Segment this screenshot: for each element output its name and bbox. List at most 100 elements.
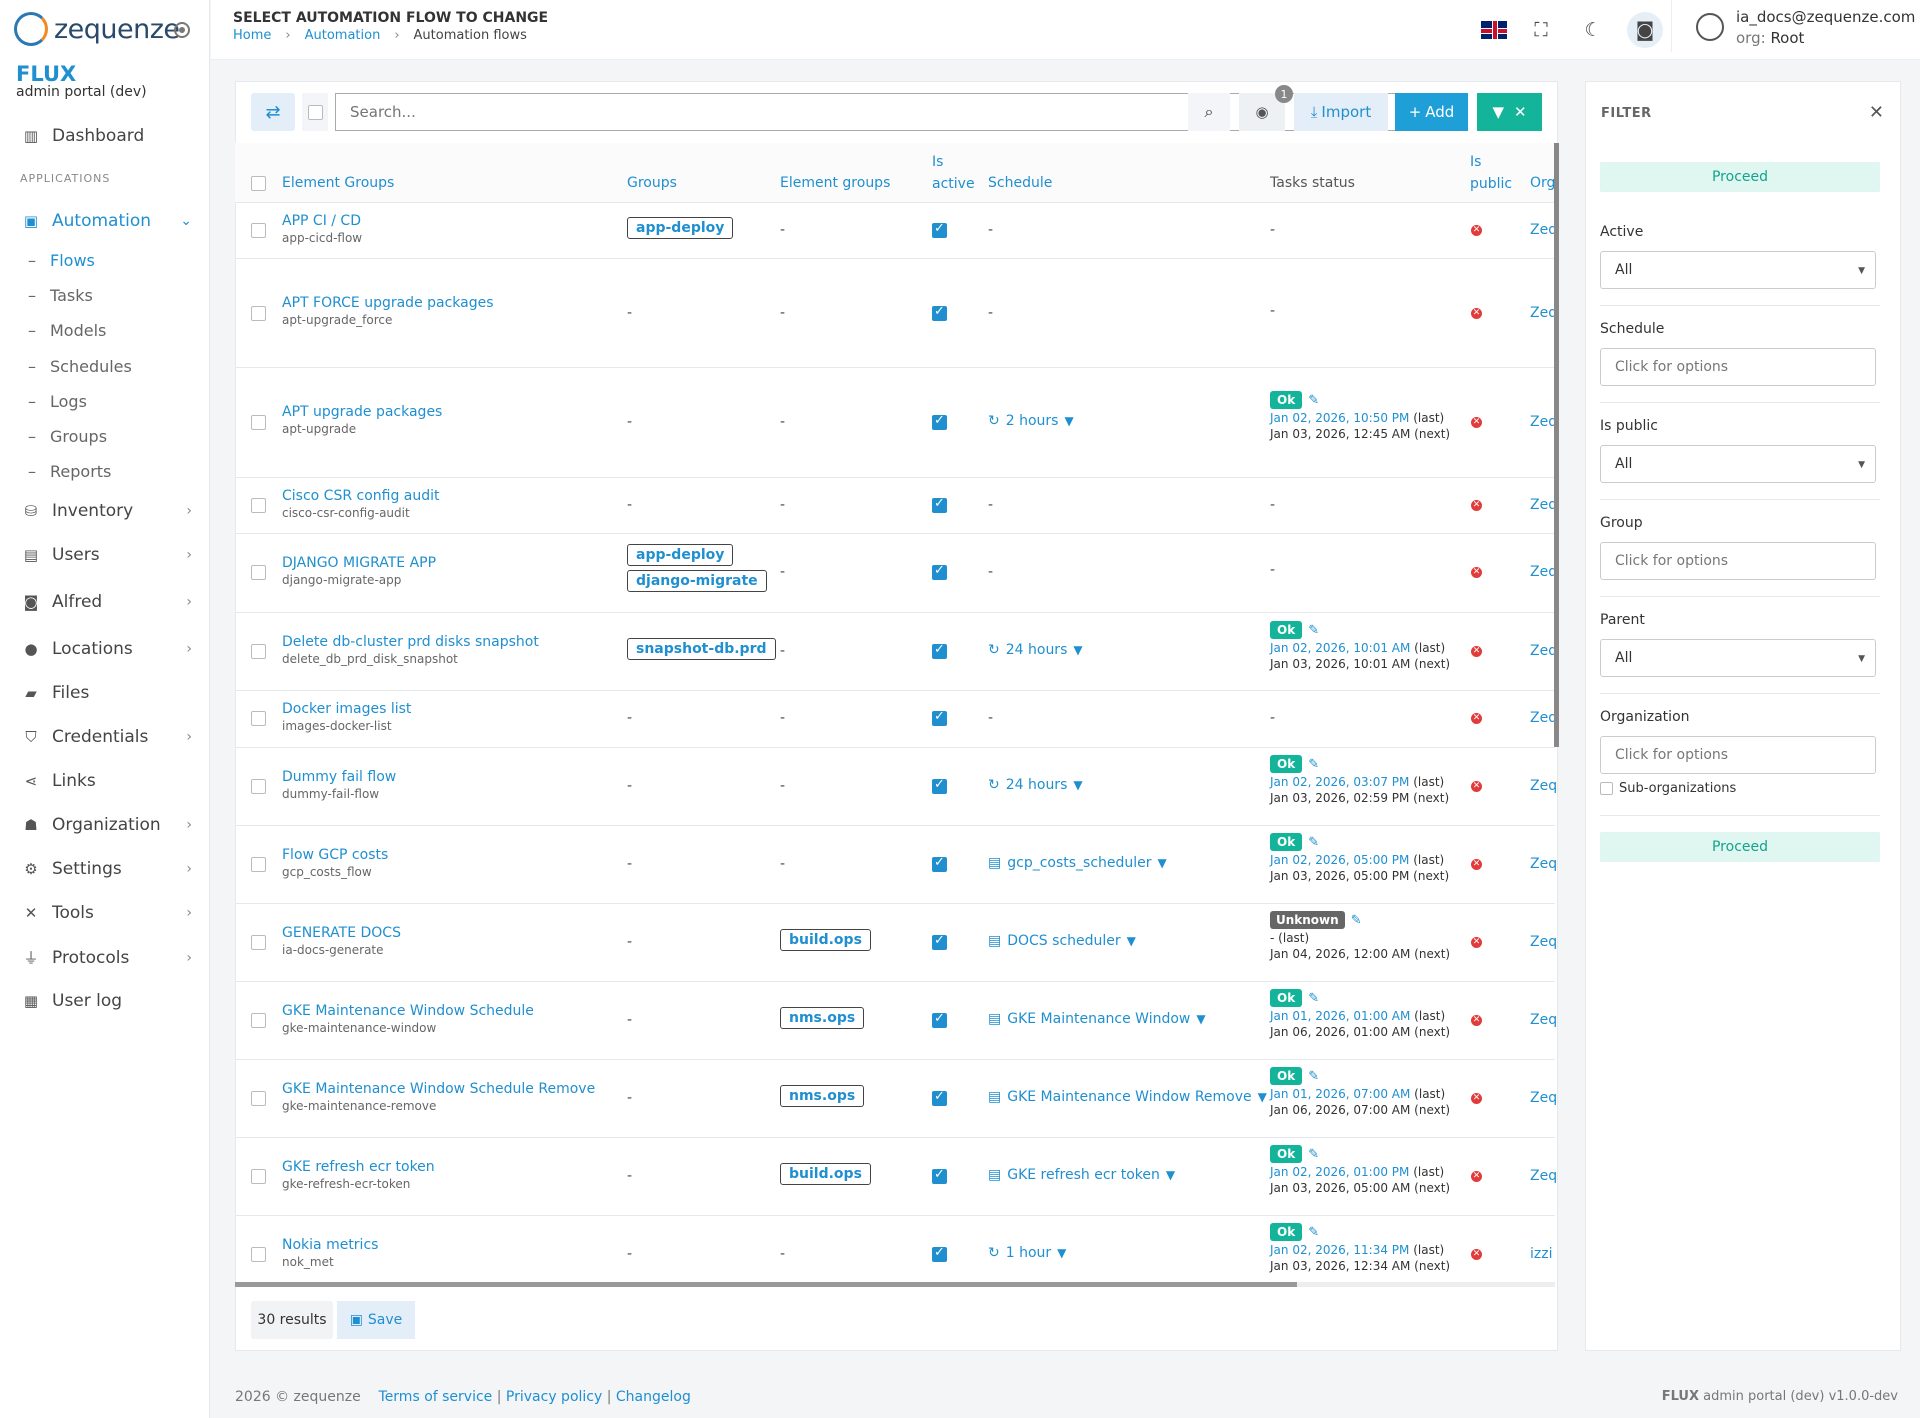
edit-icon[interactable]: ✎ — [1308, 1147, 1319, 1162]
parent-select[interactable]: All ▼ — [1600, 639, 1876, 677]
group-filter-input[interactable]: Click for options — [1600, 542, 1876, 580]
schedule-link[interactable]: ↻ 2 hours ▼ — [988, 413, 1074, 429]
sidebar-subitem-reports[interactable]: – Reports — [28, 462, 111, 481]
is-active-checkbox[interactable] — [932, 496, 947, 513]
org-link[interactable]: Zeq — [1530, 1012, 1557, 1028]
group-tag[interactable]: django-migrate — [627, 570, 767, 592]
schedule-filter-input[interactable]: Click for options — [1600, 348, 1876, 386]
row-checkbox[interactable] — [251, 644, 266, 659]
is-active-checkbox[interactable] — [932, 1167, 947, 1184]
is-active-checkbox[interactable] — [932, 933, 947, 950]
moon-icon[interactable]: ☾ — [1575, 12, 1611, 48]
is-active-checkbox[interactable] — [932, 1011, 947, 1028]
row-checkbox[interactable] — [251, 565, 266, 580]
edit-icon[interactable]: ✎ — [1308, 835, 1319, 850]
org-link[interactable]: Zeq — [1530, 856, 1557, 872]
schedule-link[interactable]: ▤ GKE Maintenance Window Remove ▼ — [988, 1089, 1267, 1105]
element-group-tag[interactable]: build.ops — [780, 929, 871, 951]
is-active-checkbox[interactable] — [932, 709, 947, 726]
sub-organizations-toggle[interactable]: Sub-organizations — [1600, 781, 1736, 796]
edit-icon[interactable]: ✎ — [1308, 393, 1319, 408]
sidebar-item-dashboard[interactable]: ▥ Dashboard — [22, 126, 192, 146]
sidebar-subitem-tasks[interactable]: – Tasks — [28, 286, 93, 305]
changelog-link[interactable]: Changelog — [616, 1389, 691, 1405]
flow-name-link[interactable]: GENERATE DOCS — [282, 925, 401, 941]
sidebar-item-locations[interactable]: ● Locations › — [22, 639, 192, 659]
edit-icon[interactable]: ✎ — [1308, 991, 1319, 1006]
uk-flag-icon[interactable] — [1481, 21, 1507, 39]
last-run-link[interactable]: Jan 02, 2026, 03:07 PM — [1270, 775, 1409, 789]
sidebar-item-organization[interactable]: ☗ Organization › — [22, 815, 192, 835]
sidebar-item-settings[interactable]: ⚙ Settings › — [22, 859, 192, 879]
logo[interactable]: zequenze — [14, 12, 180, 46]
flow-name-link[interactable]: Nokia metrics — [282, 1237, 378, 1253]
col-is-active[interactable]: Is active — [932, 154, 975, 198]
breadcrumb-home[interactable]: Home — [233, 28, 271, 43]
flow-name-link[interactable]: APT FORCE upgrade packages — [282, 295, 494, 311]
organization-filter-input[interactable]: Click for options — [1600, 736, 1876, 774]
flow-name-link[interactable]: APP CI / CD — [282, 213, 362, 229]
flow-name-link[interactable]: Flow GCP costs — [282, 847, 388, 863]
col-is-public[interactable]: Is public — [1470, 154, 1512, 198]
edit-icon[interactable]: ✎ — [1308, 623, 1319, 638]
is-active-checkbox[interactable] — [932, 413, 947, 430]
filter-toggle-button[interactable]: ▼ ✕ — [1477, 93, 1542, 131]
col-name[interactable]: Element Groups — [282, 175, 394, 191]
flow-name-link[interactable]: Dummy fail flow — [282, 769, 396, 785]
schedule-link[interactable]: ▤ GKE Maintenance Window ▼ — [988, 1011, 1206, 1027]
group-tag[interactable]: snapshot-db.prd — [627, 638, 776, 660]
flow-name-link[interactable]: Docker images list — [282, 701, 411, 717]
is-active-checkbox[interactable] — [932, 1089, 947, 1106]
row-checkbox[interactable] — [251, 1169, 266, 1184]
sidebar-subitem-flows[interactable]: – Flows — [28, 251, 95, 270]
col-groups[interactable]: Groups — [627, 175, 677, 191]
last-run-link[interactable]: Jan 02, 2026, 05:00 PM — [1270, 853, 1409, 867]
refresh-button[interactable]: ⇄ — [251, 93, 295, 131]
flow-name-link[interactable]: GKE Maintenance Window Schedule — [282, 1003, 534, 1019]
sidebar-subitem-schedules[interactable]: – Schedules — [28, 357, 132, 376]
add-button[interactable]: + Add — [1395, 93, 1468, 131]
element-group-tag[interactable]: build.ops — [780, 1163, 871, 1185]
last-run-link[interactable]: Jan 02, 2026, 11:34 PM — [1270, 1243, 1409, 1257]
robot-icon[interactable]: ◙ — [1627, 12, 1663, 48]
schedule-link[interactable]: ↻ 24 hours ▼ — [988, 642, 1083, 658]
sidebar-item-alfred[interactable]: ◙ Alfred › — [22, 592, 192, 612]
proceed-button-bottom[interactable]: Proceed — [1600, 832, 1880, 862]
schedule-link[interactable]: ▤ gcp_costs_scheduler ▼ — [988, 855, 1167, 871]
row-checkbox[interactable] — [251, 498, 266, 513]
last-run-link[interactable]: Jan 01, 2026, 07:00 AM — [1270, 1087, 1410, 1101]
active-select[interactable]: All ▼ — [1600, 251, 1876, 289]
close-icon[interactable]: ✕ — [1869, 102, 1884, 123]
sidebar-item-inventory[interactable]: ⛁ Inventory › — [22, 501, 192, 521]
flow-name-link[interactable]: DJANGO MIGRATE APP — [282, 555, 436, 571]
row-checkbox[interactable] — [251, 1091, 266, 1106]
edit-icon[interactable]: ✎ — [1308, 1225, 1319, 1240]
search-button[interactable]: ⌕ — [1188, 93, 1230, 131]
row-checkbox[interactable] — [251, 306, 266, 321]
user-menu[interactable]: ia_docs@zequenze.com org: Root — [1671, 0, 1919, 52]
terms-link[interactable]: Terms of service — [379, 1389, 493, 1405]
privacy-link[interactable]: Privacy policy — [506, 1389, 602, 1405]
sidebar-item-links[interactable]: ⋖ Links — [22, 771, 192, 791]
is-active-checkbox[interactable] — [932, 777, 947, 794]
sidebar-item-tools[interactable]: ✕ Tools › — [22, 903, 192, 923]
last-run-link[interactable]: Jan 02, 2026, 10:01 AM — [1270, 641, 1410, 655]
row-checkbox[interactable] — [251, 857, 266, 872]
row-checkbox[interactable] — [251, 935, 266, 950]
is-active-checkbox[interactable] — [932, 1245, 947, 1262]
select-all-toolbar[interactable] — [302, 93, 328, 131]
sidebar-item-automation[interactable]: ▣ Automation ⌄ — [22, 211, 192, 231]
sidebar-item-user-log[interactable]: ▦ User log — [22, 991, 192, 1011]
row-checkbox[interactable] — [251, 223, 266, 238]
sidebar-item-credentials[interactable]: ⛉ Credentials › — [22, 727, 192, 747]
edit-icon[interactable]: ✎ — [1308, 757, 1319, 772]
horizontal-scrollbar[interactable] — [235, 1282, 1555, 1287]
is-active-checkbox[interactable] — [932, 563, 947, 580]
org-link[interactable]: Zeq — [1530, 1168, 1557, 1184]
select-all-checkbox[interactable] — [251, 176, 266, 191]
vertical-scrollbar[interactable] — [1554, 143, 1559, 747]
group-tag[interactable]: app-deploy — [627, 544, 734, 566]
fullscreen-icon[interactable]: ⛶ — [1523, 12, 1559, 48]
org-link[interactable]: izzi — [1530, 1246, 1552, 1262]
sidebar-item-files[interactable]: ▰ Files — [22, 683, 192, 703]
